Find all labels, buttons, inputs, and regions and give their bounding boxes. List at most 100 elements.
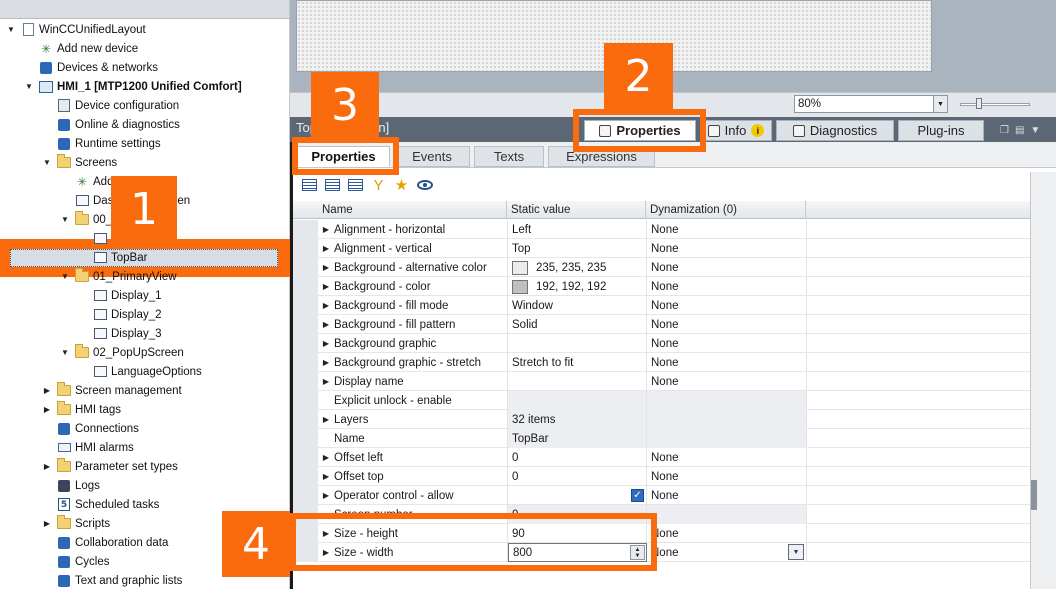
dynamization-cell[interactable]: None (646, 524, 806, 543)
property-row[interactable]: ▶ Background - fill mode Window None (293, 296, 1030, 315)
list-view-icon[interactable] (301, 177, 318, 193)
property-value-cell[interactable]: Stretch to fit (507, 353, 646, 372)
dynamization-cell[interactable]: None (646, 353, 806, 372)
dynamization-cell[interactable]: None (646, 372, 806, 391)
tab-info[interactable]: Info i (700, 120, 772, 141)
dynamization-cell[interactable]: None (646, 296, 806, 315)
expand-closed-icon[interactable]: ▶ (318, 377, 334, 386)
group-view-icon[interactable] (324, 177, 341, 193)
restore-window-icon[interactable]: ❐ (1000, 125, 1009, 136)
expand-closed-icon[interactable]: ▶ (318, 263, 334, 272)
expand-closed-icon[interactable]: ▶ (318, 225, 334, 234)
expand-closed-icon[interactable]: ▶ (318, 472, 334, 481)
dynamization-cell[interactable]: None (646, 258, 806, 277)
expand-closed-icon[interactable]: ▶ (318, 358, 334, 367)
scrollbar-thumb[interactable] (1031, 480, 1037, 510)
tree-item[interactable]: LanguageOptions (0, 362, 290, 381)
chevron-down-icon[interactable]: ▼ (1030, 125, 1040, 136)
expand-closed-icon[interactable]: ▶ (42, 386, 52, 396)
tree-item[interactable]: Display_3 (0, 324, 290, 343)
chevron-down-icon[interactable]: ▼ (933, 96, 947, 112)
expand-closed-icon[interactable]: ▶ (318, 301, 334, 310)
property-row[interactable]: ▶ Offset top 0 None (293, 467, 1030, 486)
subtab-events[interactable]: Events (394, 146, 470, 167)
property-value-cell[interactable]: 0 (507, 448, 646, 467)
dynamization-cell[interactable]: None (646, 220, 806, 239)
column-dynamization[interactable]: Dynamization (0) (646, 201, 806, 219)
property-value-cell[interactable]: 235, 235, 235 (507, 258, 646, 277)
column-name[interactable]: Name (293, 201, 507, 219)
property-row[interactable]: ▶ Background graphic None (293, 334, 1030, 353)
tab-plugins[interactable]: Plug-ins (898, 120, 984, 141)
tree-item[interactable]: Connections (0, 419, 290, 438)
property-value-cell[interactable] (507, 391, 646, 410)
tree-item[interactable]: ▶ HMI tags (0, 400, 290, 419)
property-row[interactable]: ▶ Alignment - vertical Top None (293, 239, 1030, 258)
dynamization-cell[interactable]: None (646, 543, 806, 562)
checkbox-checked-icon[interactable]: ✓ (631, 489, 644, 502)
property-value-cell[interactable]: 192, 192, 192 (507, 277, 646, 296)
tree-item[interactable]: ▼ 02_PopUpScreen (0, 343, 290, 362)
expand-closed-icon[interactable]: ▶ (318, 491, 334, 500)
dynamization-cell[interactable]: None (646, 448, 806, 467)
expand-open-icon[interactable]: ▼ (6, 25, 16, 35)
property-row[interactable]: Name TopBar (293, 429, 1030, 448)
dynamization-cell[interactable]: None (646, 467, 806, 486)
expand-open-icon[interactable]: ▼ (60, 215, 70, 225)
expand-closed-icon[interactable]: ▶ (318, 282, 334, 291)
expand-closed-icon[interactable]: ▶ (318, 244, 334, 253)
tree-item[interactable]: ▼ 01_PrimaryView (0, 267, 290, 286)
zoom-slider[interactable] (960, 98, 1030, 110)
expand-closed-icon[interactable]: ▶ (42, 462, 52, 472)
property-row[interactable]: ▶ Display name None (293, 372, 1030, 391)
property-row[interactable]: ▶ Operator control - allow ✓ None (293, 486, 1030, 505)
property-row[interactable]: ▶ Background - alternative color 235, 235,… (293, 258, 1030, 277)
dynamization-cell[interactable]: None (646, 315, 806, 334)
property-value-cell[interactable]: 0 (507, 467, 646, 486)
property-value-cell[interactable]: ✓ (507, 486, 646, 505)
expand-closed-icon[interactable]: ▶ (318, 453, 334, 462)
chevron-down-icon[interactable]: ▼ (788, 544, 804, 560)
dynamization-cell[interactable]: None (646, 277, 806, 296)
tree-item[interactable]: Device configuration (0, 96, 290, 115)
tree-item[interactable]: Logs (0, 476, 290, 495)
expand-closed-icon[interactable]: ▶ (318, 415, 334, 424)
property-row[interactable]: Explicit unlock - enable (293, 391, 1030, 410)
property-row[interactable]: ▶ Background - color 192, 192, 192 None (293, 277, 1030, 296)
expand-open-icon[interactable]: ▼ (24, 82, 34, 92)
tree-item[interactable]: Devices & networks (0, 58, 290, 77)
eye-icon[interactable] (416, 177, 433, 193)
vertical-scrollbar[interactable] (1030, 172, 1056, 589)
property-row[interactable]: ▶ Background - fill pattern Solid None (293, 315, 1030, 334)
property-value-cell[interactable]: Window (507, 296, 646, 315)
tab-diagnostics[interactable]: Diagnostics (776, 120, 894, 141)
favorites-icon[interactable]: ★ (393, 177, 410, 194)
dynamization-cell[interactable] (646, 410, 806, 429)
tree-item[interactable]: ▶ Parameter set types (0, 457, 290, 476)
color-swatch[interactable] (512, 279, 528, 294)
dynamization-cell[interactable] (646, 429, 806, 448)
dynamization-cell[interactable] (646, 391, 806, 410)
dynamization-cell[interactable]: None (646, 239, 806, 258)
property-row[interactable]: ▶ Alignment - horizontal Left None (293, 220, 1030, 239)
subtab-texts[interactable]: Texts (474, 146, 544, 167)
tree-item[interactable]: HMI alarms (0, 438, 290, 457)
property-value-cell[interactable]: Left (507, 220, 646, 239)
column-static-value[interactable]: Static value (507, 201, 646, 219)
tree-item[interactable]: ▼ HMI_1 [MTP1200 Unified Comfort] (0, 77, 290, 96)
tree-item[interactable]: ▼ Screens (0, 153, 290, 172)
property-value-cell[interactable]: TopBar (507, 429, 646, 448)
tree-item[interactable]: ▶ Screen management (0, 381, 290, 400)
property-value-cell[interactable]: 32 items (507, 410, 646, 429)
filter-icon[interactable]: Y (370, 177, 387, 194)
expand-open-icon[interactable]: ▼ (60, 348, 70, 358)
property-value-cell[interactable] (507, 372, 646, 391)
dynamization-cell[interactable]: None (646, 486, 806, 505)
sort-icon[interactable] (347, 177, 364, 193)
property-row[interactable]: ▶ Layers 32 items (293, 410, 1030, 429)
expand-closed-icon[interactable]: ▶ (42, 519, 52, 529)
expand-closed-icon[interactable]: ▶ (318, 320, 334, 329)
property-value-cell[interactable] (507, 334, 646, 353)
tree-item[interactable]: ▼ WinCCUnifiedLayout (0, 20, 290, 39)
tree-item[interactable]: TopBar (0, 248, 290, 267)
